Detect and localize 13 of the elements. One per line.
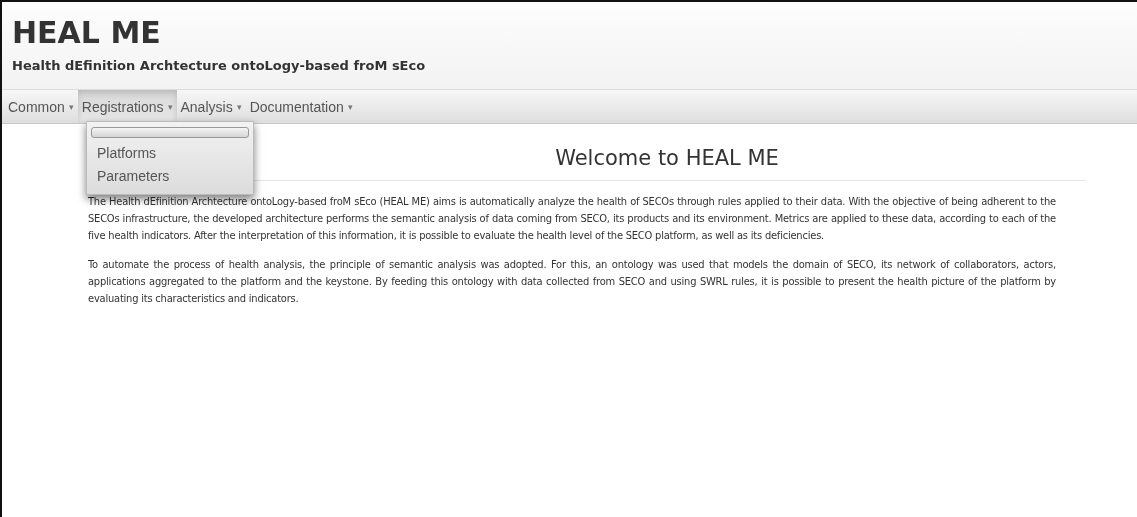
- nav-menu[interactable]: Common ▾: [4, 90, 78, 123]
- caret-icon: ▾: [236, 101, 242, 112]
- nav-menu[interactable]: Documentation ▾: [245, 90, 357, 123]
- blank-menu-item[interactable]: [91, 127, 249, 138]
- site-title: HEAL ME: [12, 14, 162, 52]
- nav-menu[interactable]: Analysis ▾: [176, 90, 246, 123]
- intro-paragraph: The Health dEfinition Archtecture ontoLogy-based froM sEco (HEAL ME) aims is automatically analyze the health of SECOs through rules applied to their data. With the objective of being adherent to the SECOs infrastructure, the developed architecture performs the semantic analysis of data coming from SECO, its products and its environment. Metrics are applied to these data, according to each of the five health indicators. After the interpretation of this information, it is possible to evaluate the health level of the SECO platform, as well as its deficiencies.: [88, 194, 1056, 244]
- intro-paragraph: To automate the process of health analysis, the principle of semantic analysis was adopted. For this, an ontology was used that models the domain of SECO, its network of collaborators, actors, applications aggregated to the platform and the keystone. By feeding this ontology with data collected from SECO and using SWRL rules, it is possible to present the health picture of the platform by evaluating its characteristics and indicators.: [88, 257, 1056, 307]
- caret-icon: ▾: [347, 101, 353, 112]
- nav-menu[interactable]: Registrations ▾: [77, 90, 177, 123]
- caret-icon: ▾: [68, 101, 74, 112]
- caret-icon: ▾: [167, 101, 173, 112]
- site-subtitle: Health dEfinition Archtecture ontoLogy-based froM sEco: [12, 58, 427, 73]
